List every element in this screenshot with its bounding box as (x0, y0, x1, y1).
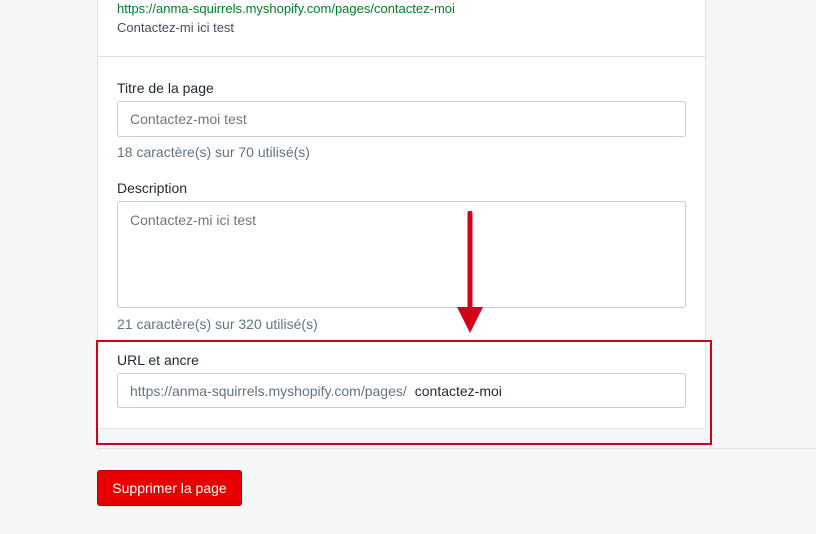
description-label: Description (117, 180, 188, 196)
description-counter: 21 caractère(s) sur 320 utilisé(s) (117, 316, 318, 332)
page-title-counter: 18 caractère(s) sur 70 utilisé(s) (117, 144, 310, 160)
seo-preview-url: https://anma-squirrels.myshopify.com/pag… (117, 1, 455, 16)
seo-preview-description: Contactez-mi ici test (117, 20, 235, 35)
page-title-input[interactable] (117, 101, 686, 137)
delete-page-button[interactable]: Supprimer la page (97, 470, 242, 506)
description-textarea[interactable] (117, 201, 686, 308)
card-divider (97, 56, 706, 57)
page-title-label: Titre de la page (117, 80, 214, 96)
annotation-highlight-box (96, 340, 712, 445)
footer-divider (97, 448, 816, 449)
annotation-arrow-icon (457, 211, 483, 333)
